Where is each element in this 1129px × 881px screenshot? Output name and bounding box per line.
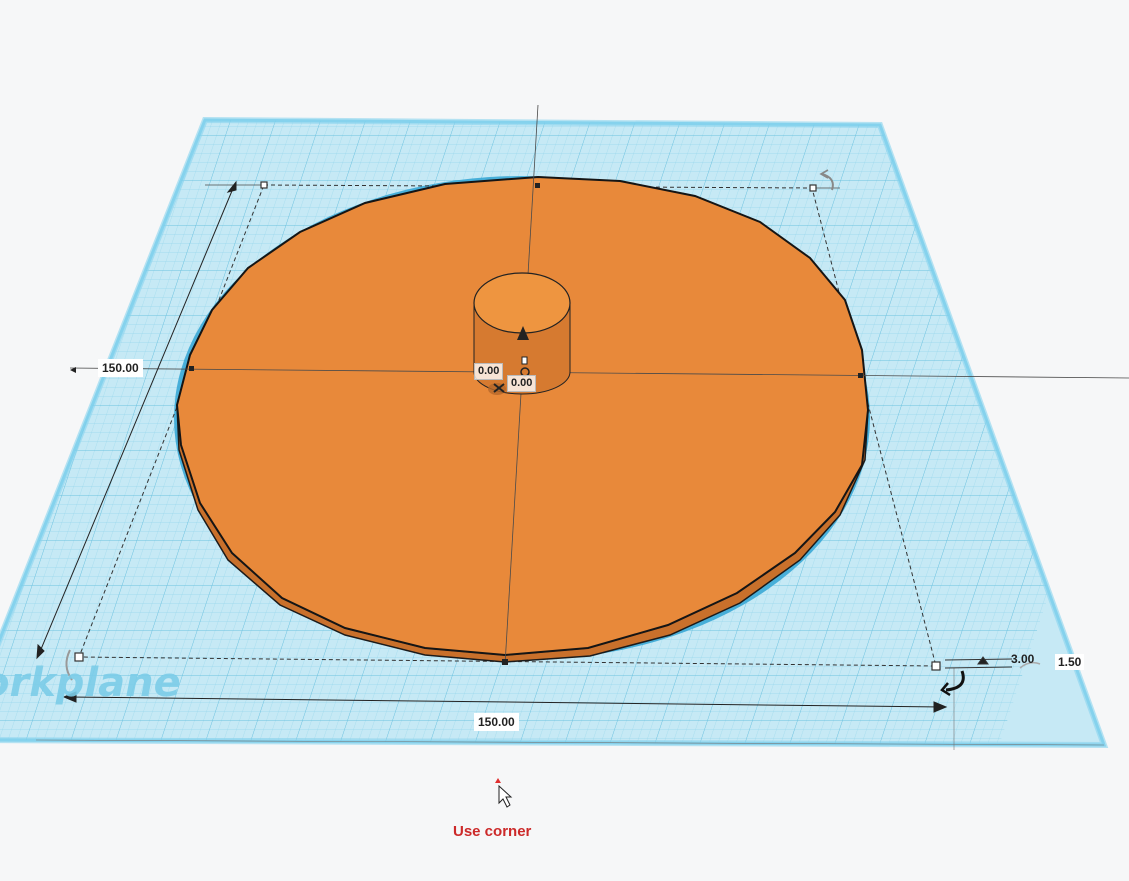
width-dimension-label[interactable]: 150.00 bbox=[474, 713, 519, 731]
handle-top[interactable] bbox=[535, 183, 540, 188]
viewport[interactable]: orkplane 150.00 150.00 3.00 1.50 0.00 0.… bbox=[0, 0, 1129, 876]
depth-dimension-label[interactable]: 150.00 bbox=[98, 359, 143, 377]
3d-canvas[interactable] bbox=[0, 0, 1129, 876]
corner-handle-back-right[interactable] bbox=[809, 184, 817, 192]
corner-handle-front-right[interactable] bbox=[931, 661, 941, 671]
hint-text: Use corner bbox=[453, 823, 532, 840]
handle-left[interactable] bbox=[189, 366, 194, 371]
corner-handle-back-left[interactable] bbox=[260, 181, 268, 189]
workplane-label: orkplane bbox=[0, 660, 181, 706]
height-dimension-label[interactable]: 3.00 bbox=[1011, 652, 1034, 666]
elevation-dimension-label[interactable]: 1.50 bbox=[1055, 654, 1085, 670]
handle-right[interactable] bbox=[858, 373, 863, 378]
y-coordinate-label[interactable]: 0.00 bbox=[507, 375, 537, 392]
x-coordinate-label[interactable]: 0.00 bbox=[474, 363, 504, 380]
handle-bottom[interactable] bbox=[502, 659, 508, 665]
mouse-pointer-icon bbox=[495, 778, 513, 808]
